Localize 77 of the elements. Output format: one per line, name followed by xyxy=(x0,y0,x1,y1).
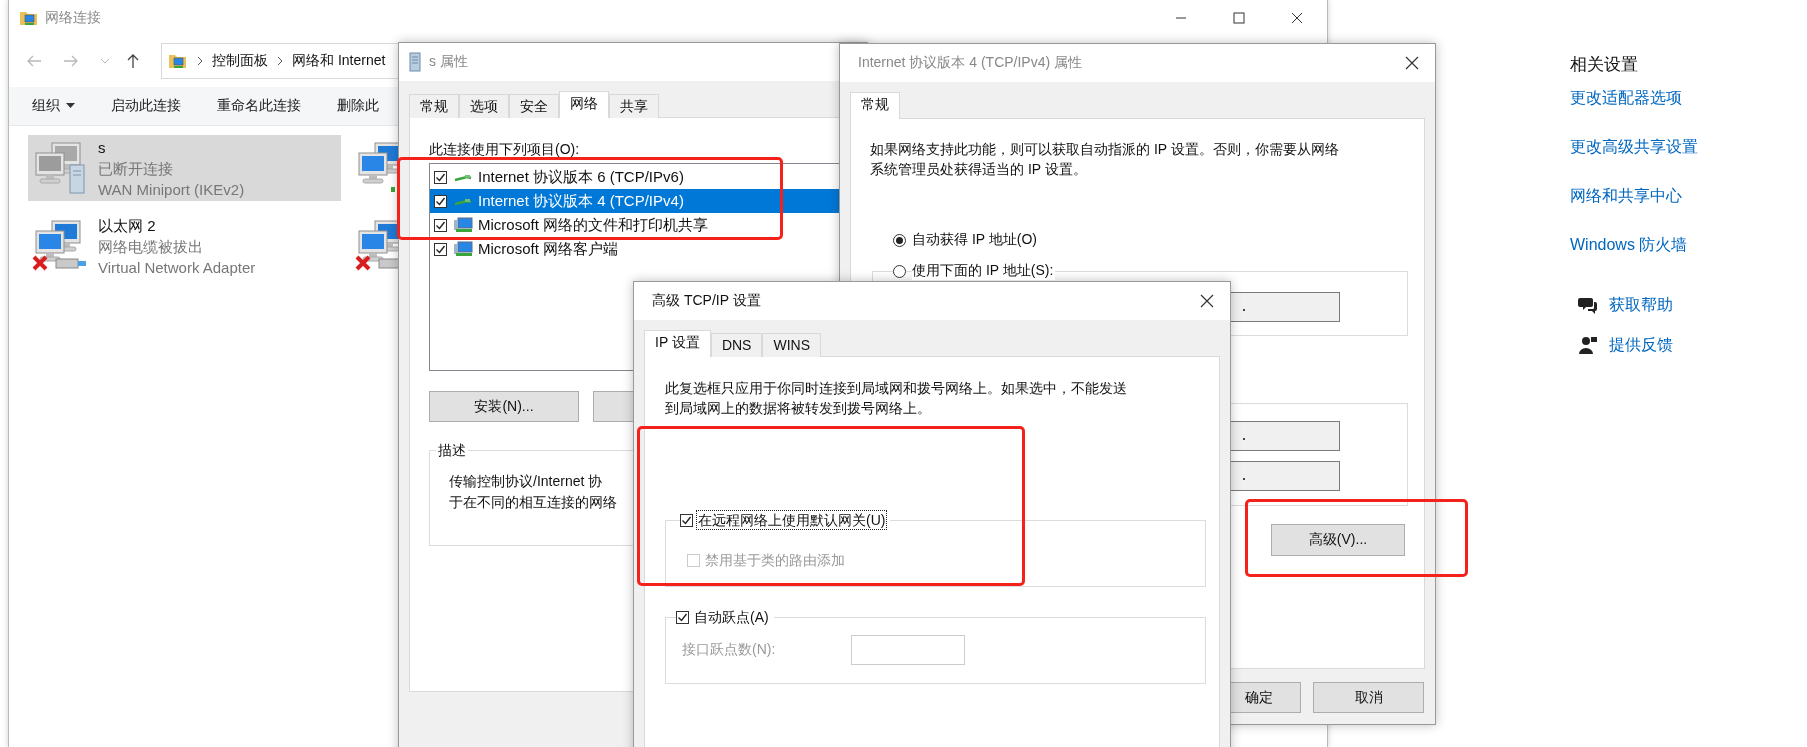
radio-button[interactable] xyxy=(893,264,906,278)
description-text: 如果网络支持此功能，则可以获取自动指派的 IP 设置。否则，你需要从网络系统管理员处获得适当的 IP 设置。 xyxy=(870,140,1340,179)
connection-item[interactable]: s 已断开连接 WAN Miniport (IKEv2) xyxy=(28,135,341,201)
network-folder-icon xyxy=(19,9,39,27)
button[interactable]: 安装(N)... xyxy=(429,391,579,422)
close-icon[interactable] xyxy=(1200,294,1214,308)
tab[interactable]: IP 设置 xyxy=(644,330,711,357)
network-folder-icon xyxy=(168,52,188,70)
toolbar-button[interactable]: 删除此 xyxy=(337,97,379,115)
group-title: 描述 xyxy=(436,441,468,459)
device-name: Virtual Network Adapter xyxy=(98,257,256,278)
checkbox[interactable] xyxy=(434,218,447,232)
toolbar-button[interactable]: 启动此连接 xyxy=(111,97,181,115)
check-icon xyxy=(681,514,692,526)
dropdown-caret-icon xyxy=(66,103,75,109)
link[interactable]: 更改适配器选项 xyxy=(1570,87,1682,109)
check-icon xyxy=(677,611,688,623)
checkbox[interactable] xyxy=(434,170,447,184)
tab[interactable]: WINS xyxy=(762,333,821,357)
link[interactable]: Windows 防火墙 xyxy=(1570,234,1688,256)
server-icon xyxy=(409,52,421,72)
field-label: 接口跃点数(N): xyxy=(682,641,777,659)
device-name: WAN Miniport (IKEv2) xyxy=(98,179,245,200)
tab[interactable]: 共享 xyxy=(609,94,659,118)
tab[interactable]: 网络 xyxy=(559,91,609,118)
computer-icon xyxy=(453,217,473,233)
close-icon[interactable] xyxy=(1291,12,1303,24)
check-icon xyxy=(435,195,446,207)
window-title: Internet 协议版本 4 (TCP/IPv4) 属性 xyxy=(858,54,1083,72)
up-arrow-icon[interactable] xyxy=(126,53,140,69)
check-icon xyxy=(435,219,446,231)
cancel-button[interactable]: 取消 xyxy=(1313,682,1424,713)
connection-status: 网络电缆被拔出 xyxy=(98,236,204,257)
toolbar-button[interactable]: 重命名此连接 xyxy=(217,97,301,115)
checkbox[interactable] xyxy=(680,513,693,527)
maximize-icon[interactable] xyxy=(1233,12,1245,24)
list-item[interactable]: Internet 协议版本 6 (TCP/IPv6) xyxy=(430,165,867,189)
link[interactable]: 提供反馈 xyxy=(1609,334,1673,355)
chat-bubbles-icon xyxy=(1578,295,1598,314)
section-heading: 相关设置 xyxy=(1570,54,1638,76)
check-icon xyxy=(435,171,446,183)
link[interactable]: 更改高级共享设置 xyxy=(1570,136,1698,158)
checkbox[interactable] xyxy=(676,610,689,624)
advanced-button[interactable]: 高级(V)... xyxy=(1271,524,1405,556)
tab[interactable]: 安全 xyxy=(509,94,559,118)
description-text: 于在不同的相互连接的网络 xyxy=(449,493,618,512)
connection-name: 以太网 2 xyxy=(98,215,157,236)
connection-name: s xyxy=(98,137,107,158)
window-title: s 属性 xyxy=(429,53,468,71)
list-item[interactable]: Microsoft 网络客户端 xyxy=(430,237,867,261)
tab[interactable]: 常规 xyxy=(409,94,459,118)
link[interactable]: 获取帮助 xyxy=(1609,294,1673,315)
breadcrumb-item[interactable]: 控制面板 xyxy=(212,52,268,70)
window-title: 网络连接 xyxy=(45,9,101,27)
link[interactable]: 网络和共享中心 xyxy=(1570,185,1682,207)
description-text: 此复选框只应用于你同时连接到局域网和拨号网络上。如果选中，不能发送到局域网上的数据将被转发到拨号网络上。 xyxy=(665,379,1127,418)
checkbox[interactable] xyxy=(434,242,447,256)
checkbox[interactable] xyxy=(434,194,447,208)
toolbar-button[interactable]: 组织 xyxy=(32,97,75,115)
connection-status: 已断开连接 xyxy=(98,158,174,179)
breadcrumb-item[interactable]: 网络和 Internet xyxy=(292,52,386,70)
window-title: 高级 TCP/IP 设置 xyxy=(652,292,761,310)
close-icon[interactable] xyxy=(1405,56,1419,70)
list-label: 此连接使用下列项目(O): xyxy=(429,140,581,158)
computer-icon xyxy=(453,241,473,257)
radio-button[interactable] xyxy=(893,233,906,247)
chevron-right-icon xyxy=(196,56,204,66)
radio-label[interactable]: 使用下面的 IP 地址(S): xyxy=(912,262,1056,280)
radio-label[interactable]: 自动获得 IP 地址(O) xyxy=(912,231,1039,249)
chevron-right-icon xyxy=(276,56,284,66)
tab[interactable]: 选项 xyxy=(459,94,509,118)
connection-item[interactable]: 以太网 2 网络电缆被拔出 Virtual Network Adapter xyxy=(28,213,341,279)
description-text: 传输控制协议/Internet 协 xyxy=(449,472,604,491)
person-icon xyxy=(1578,335,1598,354)
check-icon xyxy=(435,243,446,255)
tab[interactable]: DNS xyxy=(710,333,763,357)
tab[interactable]: 常规 xyxy=(850,92,900,119)
